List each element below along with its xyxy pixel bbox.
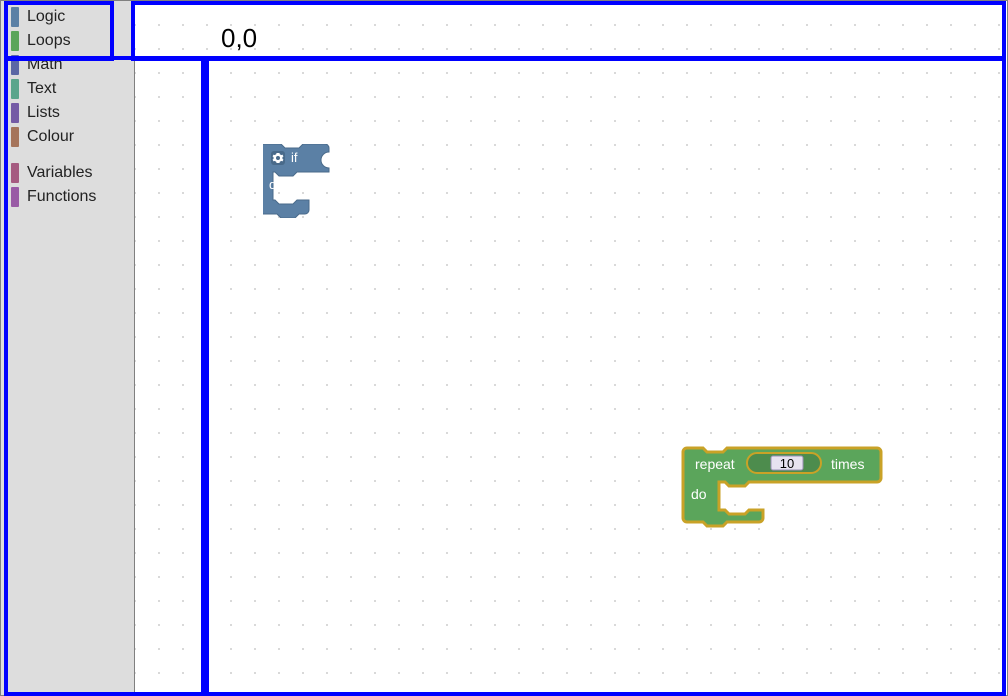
swatch-icon <box>11 187 19 207</box>
repeat-count-field[interactable]: 10 <box>771 456 803 471</box>
if-do-label: do <box>269 177 283 192</box>
toolbox-item-lists[interactable]: Lists <box>1 101 134 125</box>
repeat-label: repeat <box>695 456 735 472</box>
app-frame: Logic Loops Math Text Lists Colour Varia… <box>0 0 1008 696</box>
toolbox-item-label: Loops <box>27 32 71 50</box>
swatch-icon <box>11 163 19 183</box>
toolbox-item-label: Lists <box>27 104 60 122</box>
swatch-icon <box>11 127 19 147</box>
toolbox-group-separator <box>1 149 134 161</box>
toolbox-item-label: Math <box>27 56 63 74</box>
swatch-icon <box>11 79 19 99</box>
toolbox-item-label: Logic <box>27 8 65 26</box>
gear-icon[interactable] <box>271 151 285 165</box>
workspace-canvas[interactable]: if do repeat 10 times do <box>135 1 1007 695</box>
toolbox-item-label: Colour <box>27 128 74 146</box>
toolbox-item-logic[interactable]: Logic <box>1 5 134 29</box>
debug-coord-label: 0,0 <box>221 23 257 54</box>
toolbox-item-text[interactable]: Text <box>1 77 134 101</box>
toolbox-item-variables[interactable]: Variables <box>1 161 134 185</box>
if-label: if <box>291 150 298 165</box>
toolbox-item-colour[interactable]: Colour <box>1 125 134 149</box>
swatch-icon <box>11 7 19 27</box>
toolbox-item-loops[interactable]: Loops <box>1 29 134 53</box>
repeat-do-label: do <box>691 486 707 502</box>
block-repeat[interactable]: repeat 10 times do <box>681 446 891 532</box>
block-if[interactable]: if do <box>263 144 363 218</box>
toolbox-item-math[interactable]: Math <box>1 53 134 77</box>
toolbox-item-label: Functions <box>27 188 96 206</box>
swatch-icon <box>11 55 19 75</box>
toolbox-item-functions[interactable]: Functions <box>1 185 134 209</box>
toolbox-item-label: Variables <box>27 164 93 182</box>
repeat-times-label: times <box>831 456 864 472</box>
toolbox-item-label: Text <box>27 80 56 98</box>
swatch-icon <box>11 103 19 123</box>
toolbox: Logic Loops Math Text Lists Colour Varia… <box>1 1 135 695</box>
swatch-icon <box>11 31 19 51</box>
